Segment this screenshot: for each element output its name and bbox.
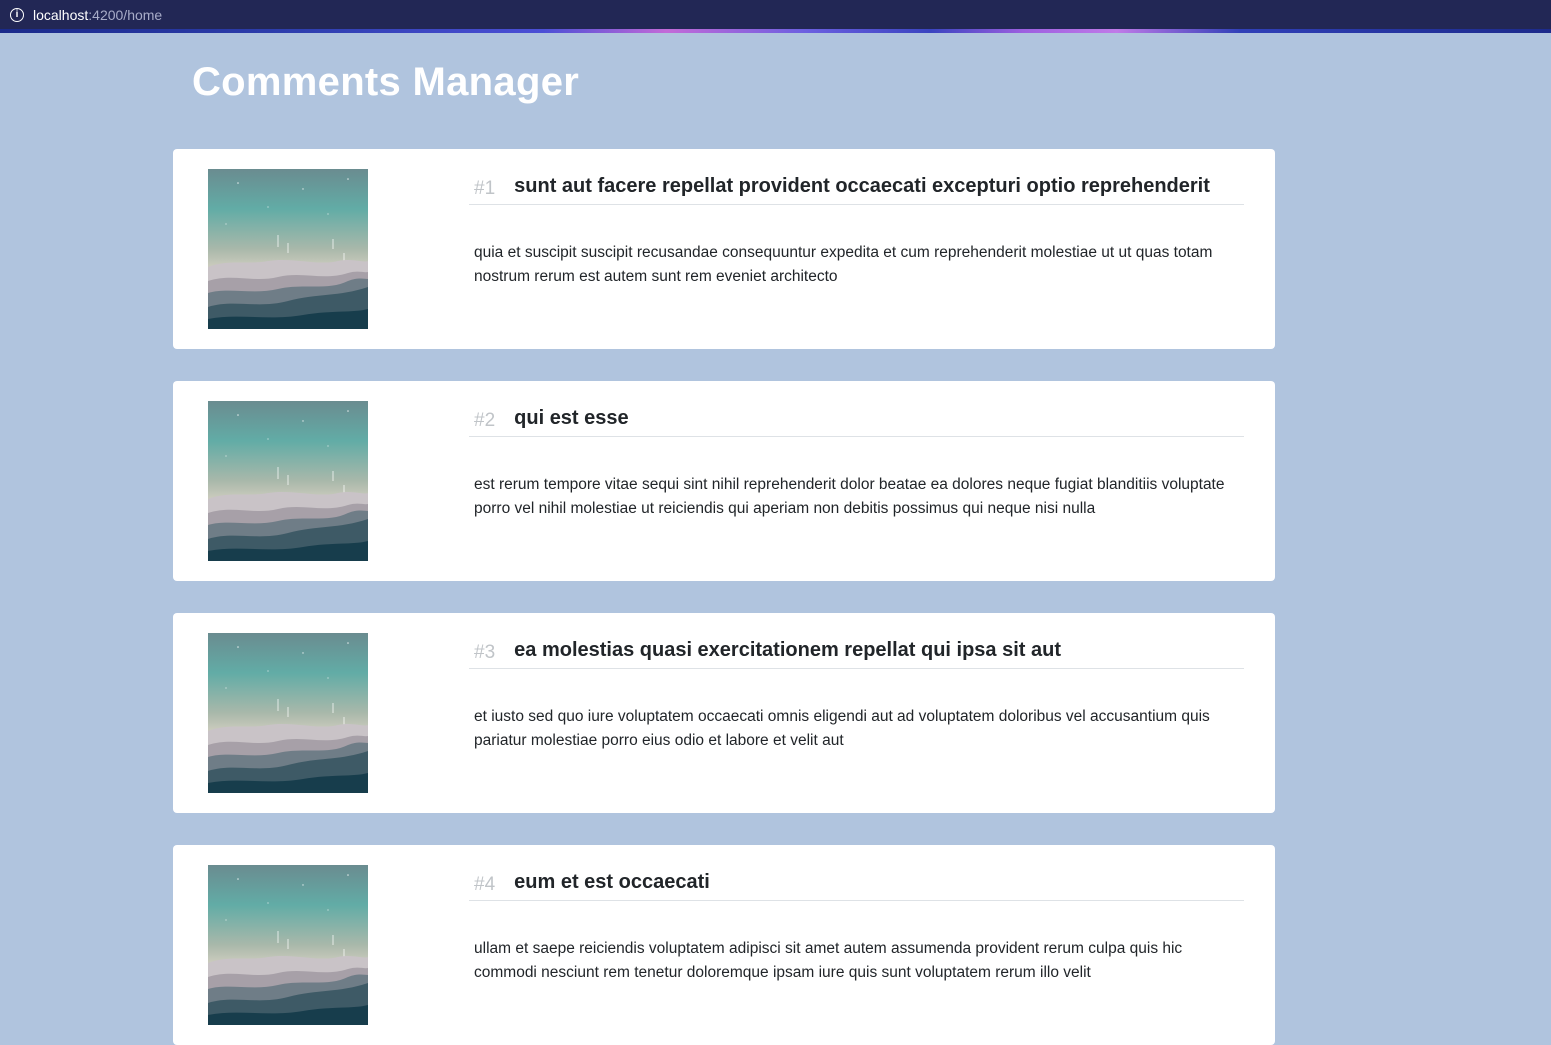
comment-body: et iusto sed quo iure voluptatem occaeca… <box>474 708 1210 749</box>
comment-title: qui est esse <box>514 407 629 429</box>
comment-header: #4 eum et est occaecati <box>469 865 1244 901</box>
comment-card: #2 qui est esse est rerum tempore vitae … <box>173 381 1275 581</box>
comment-title: ea molestias quasi exercitationem repell… <box>514 639 1062 661</box>
comment-body: quia et suscipit suscipit recusandae con… <box>474 244 1213 285</box>
comment-card: #3 ea molestias quasi exercitationem rep… <box>173 613 1275 813</box>
landscape-image <box>208 633 368 793</box>
browser-accent-line <box>0 29 1551 33</box>
landscape-image <box>208 169 368 329</box>
comment-number: #4 <box>474 873 496 895</box>
comment-header: #2 qui est esse <box>469 401 1244 437</box>
comment-card: #1 sunt aut facere repellat provident oc… <box>173 149 1275 349</box>
comment-number: #2 <box>474 409 496 431</box>
comment-body: est rerum tempore vitae sequi sint nihil… <box>474 476 1225 517</box>
browser-url-bar[interactable]: i localhost:4200/home <box>0 0 1551 29</box>
comment-card: #4 eum et est occaecati ullam et saepe r… <box>173 845 1275 1045</box>
comment-title: sunt aut facere repellat provident occae… <box>514 175 1210 197</box>
comment-header: #3 ea molestias quasi exercitationem rep… <box>469 633 1244 669</box>
comment-number: #3 <box>474 641 496 663</box>
page-title: Comments Manager <box>192 60 580 104</box>
landscape-image <box>208 401 368 561</box>
info-icon[interactable]: i <box>10 7 24 22</box>
comment-body: ullam et saepe reiciendis voluptatem adi… <box>474 940 1183 981</box>
landscape-image <box>208 865 368 1025</box>
comment-number: #1 <box>474 177 496 199</box>
url-path: :4200/home <box>88 6 163 23</box>
url-host: localhost <box>33 6 89 23</box>
comment-header: #1 sunt aut facere repellat provident oc… <box>469 169 1244 205</box>
comment-title: eum et est occaecati <box>514 871 710 893</box>
